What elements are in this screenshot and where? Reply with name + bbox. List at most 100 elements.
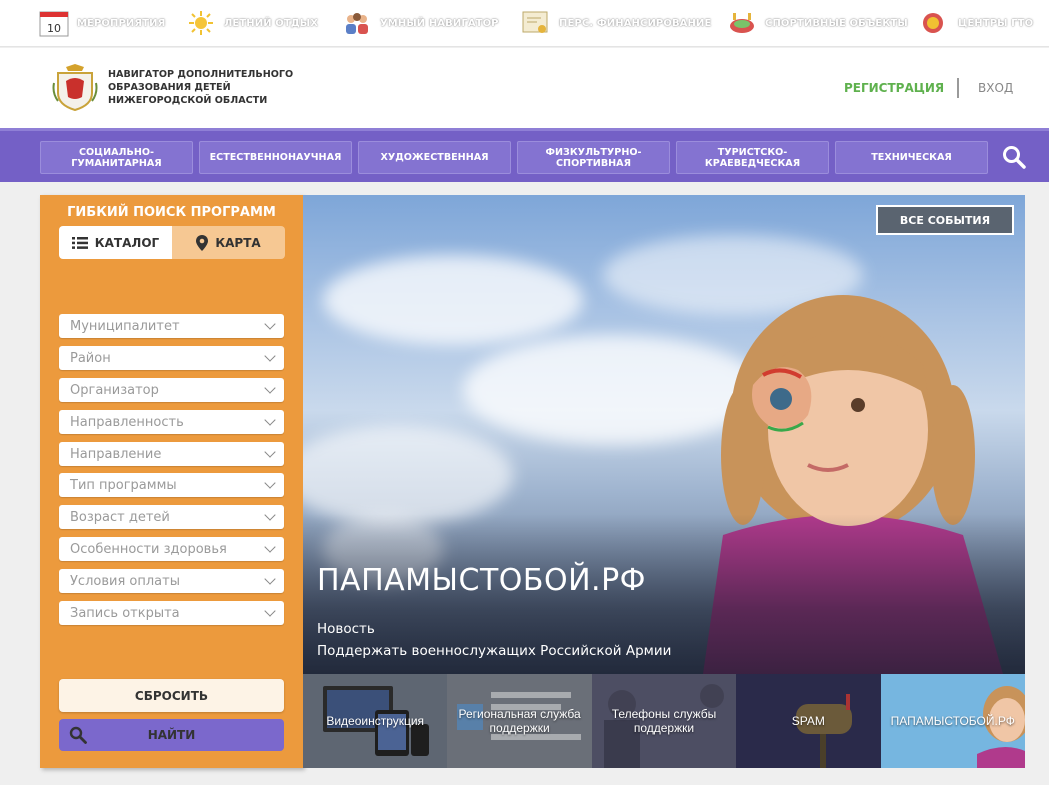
register-link[interactable]: Регистрация xyxy=(844,81,944,95)
nav-natural-science[interactable]: Естественнонаучная xyxy=(199,141,352,174)
filter-enrollment-open[interactable]: Запись открыта xyxy=(59,601,284,625)
tile-regional-support[interactable]: Региональная служба поддержки xyxy=(447,674,592,768)
chevron-down-icon xyxy=(264,318,276,330)
nav-label: Художественная xyxy=(380,152,489,163)
list-icon xyxy=(71,236,88,249)
top-link-sport-objects[interactable]: Спортивные объекты xyxy=(727,8,908,38)
all-events-button[interactable]: Все события xyxy=(876,205,1014,235)
filter-label: Организатор xyxy=(70,382,159,398)
calendar-day: 10 xyxy=(47,22,61,35)
filter-label: Направленность xyxy=(70,414,184,430)
filter-label: Возраст детей xyxy=(70,509,170,525)
site-title[interactable]: Навигатор дополнительного образования де… xyxy=(108,68,293,107)
nav-label: Физкультурно- xyxy=(545,146,642,158)
map-pin-icon xyxy=(196,234,209,251)
tile-label: Региональная служба xyxy=(458,707,581,721)
category-nav: Социально-гуманитарная Естественнонаучна… xyxy=(0,128,1049,182)
filter-label: Запись открыта xyxy=(70,605,180,621)
tile-label: Телефоны службы xyxy=(611,707,717,721)
chevron-down-icon xyxy=(264,350,276,362)
top-link-label: Мероприятия xyxy=(77,17,166,29)
header-divider xyxy=(957,78,959,98)
tab-map-label: Карта xyxy=(215,235,261,250)
sun-icon xyxy=(186,9,216,37)
chevron-down-icon xyxy=(264,414,276,426)
tile-spam[interactable]: SPAM xyxy=(736,674,881,768)
calendar-icon: 10 xyxy=(39,9,69,37)
filter-payment-terms[interactable]: Условия оплаты xyxy=(59,569,284,593)
filter-label: Тип программы xyxy=(70,477,177,493)
site-header: Навигатор дополнительного образования де… xyxy=(0,48,1049,128)
top-link-personal-financing[interactable]: Перс. финансирование xyxy=(521,8,711,38)
search-panel-title: Гибкий поиск программ xyxy=(67,205,276,220)
tab-catalog[interactable]: Каталог xyxy=(59,226,172,259)
filter-orientation[interactable]: Направленность xyxy=(59,410,284,434)
tile-label: поддержки xyxy=(489,721,550,735)
filter-municipality[interactable]: Муниципалитет xyxy=(59,314,284,338)
tab-catalog-label: Каталог xyxy=(94,235,160,250)
tab-map[interactable]: Карта xyxy=(172,226,285,259)
find-button[interactable]: Найти xyxy=(59,719,284,751)
chevron-down-icon xyxy=(264,477,276,489)
nav-sports[interactable]: Физкультурно-спортивная xyxy=(517,141,670,174)
filter-direction[interactable]: Направление xyxy=(59,442,284,466)
nav-social-humanitarian[interactable]: Социально-гуманитарная xyxy=(40,141,193,174)
reset-button[interactable]: Сбросить xyxy=(59,679,284,712)
chevron-down-icon xyxy=(264,446,276,458)
top-link-summer[interactable]: Летний отдых xyxy=(186,8,318,38)
top-links-bar: 10 Мероприятия Летний отдых xyxy=(0,0,1049,47)
top-link-label: Спортивные объекты xyxy=(765,17,908,29)
chevron-down-icon xyxy=(264,509,276,521)
filter-health-features[interactable]: Особенности здоровья xyxy=(59,537,284,561)
news-banner[interactable]: Все события ПАПАМЫСТОБОЙ.РФ Новость Подд… xyxy=(303,195,1025,674)
top-link-gto-centers[interactable]: Центры ГТО xyxy=(920,8,1033,38)
top-link-label: Летний отдых xyxy=(224,17,319,29)
filter-organizer[interactable]: Организатор xyxy=(59,378,284,402)
top-link-label: Умный навигатор xyxy=(380,17,499,29)
search-panel: Гибкий поиск программ Каталог Карта Муни… xyxy=(40,195,303,768)
view-toggle: Каталог Карта xyxy=(59,226,285,259)
tile-papamystoboy[interactable]: ПАПАМЫСТОБОЙ.РФ xyxy=(880,674,1025,768)
chevron-down-icon xyxy=(264,573,276,585)
top-link-smart-navigator[interactable]: Умный навигатор xyxy=(342,8,499,38)
nav-label: Социально- xyxy=(78,146,154,158)
nav-label: Туристско- xyxy=(717,146,788,158)
top-link-events[interactable]: 10 Мероприятия xyxy=(39,8,165,38)
tile-label: SPAM xyxy=(791,714,825,728)
tile-label: Видеоинструкция xyxy=(326,714,425,728)
nav-label: Техническая xyxy=(871,152,952,163)
nav-label: Естественнонаучная xyxy=(209,152,342,163)
chevron-down-icon xyxy=(264,541,276,553)
top-link-label: Перс. финансирование xyxy=(559,17,712,29)
coat-of-arms-logo[interactable] xyxy=(52,63,98,112)
filter-district[interactable]: Район xyxy=(59,346,284,370)
top-link-label: Центры ГТО xyxy=(958,17,1034,29)
login-link[interactable]: Вход xyxy=(978,81,1013,95)
certificate-icon xyxy=(521,9,551,37)
nav-tourism[interactable]: Туристско-краеведческая xyxy=(676,141,829,174)
site-title-line: Навигатор дополнительного xyxy=(108,69,294,80)
banner-title: ПАПАМЫСТОБОЙ.РФ xyxy=(317,563,646,598)
filter-program-type[interactable]: Тип программы xyxy=(59,473,284,497)
site-title-line: Нижегородской области xyxy=(108,95,268,106)
filter-label: Особенности здоровья xyxy=(70,541,227,557)
search-icon[interactable] xyxy=(1002,145,1026,169)
filter-label: Направление xyxy=(70,446,162,462)
chevron-down-icon xyxy=(264,605,276,617)
nav-label: гуманитарная xyxy=(71,157,162,169)
quick-tiles: Видеоинструкция Региональная служба подде… xyxy=(303,674,1025,768)
tile-label: ПАПАМЫСТОБОЙ.РФ xyxy=(890,714,1015,728)
filter-label: Район xyxy=(70,350,111,366)
filter-children-age[interactable]: Возраст детей xyxy=(59,505,284,529)
chevron-down-icon xyxy=(264,382,276,394)
nav-technical[interactable]: Техническая xyxy=(835,141,988,174)
tile-video-instruction[interactable]: Видеоинструкция xyxy=(303,674,448,768)
stadium-icon xyxy=(727,9,757,37)
gto-badge-icon xyxy=(920,9,950,37)
tile-support-phones[interactable]: Телефоны службы поддержки xyxy=(591,674,737,768)
filter-label: Муниципалитет xyxy=(70,318,180,334)
tile-label: поддержки xyxy=(633,721,695,735)
nav-artistic[interactable]: Художественная xyxy=(358,141,511,174)
find-button-label: Найти xyxy=(147,728,196,742)
site-title-line: образования детей xyxy=(108,82,231,93)
